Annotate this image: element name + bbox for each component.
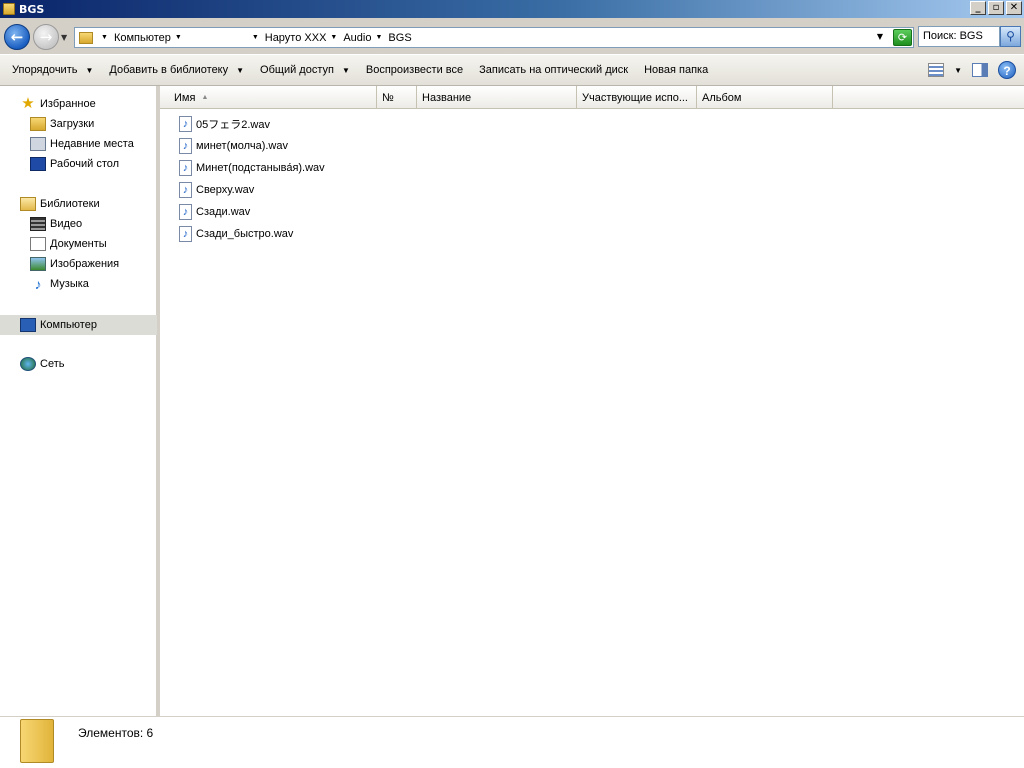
audio-file-icon: ♪ (179, 182, 192, 198)
video-icon (30, 217, 46, 231)
audio-file-icon: ♪ (179, 226, 192, 242)
breadcrumb-audio[interactable]: Audio (343, 32, 371, 44)
sidebar-item-libraries[interactable]: Библиотеки (20, 194, 100, 214)
chevron-down-icon[interactable]: ▼ (175, 34, 182, 41)
file-list: Имя ▲ № Название Участвующие испо... Аль… (160, 86, 1024, 716)
sidebar-item-favorites[interactable]: ★ Избранное (20, 94, 95, 114)
forward-button[interactable]: → (33, 24, 59, 50)
sidebar-item-pictures[interactable]: Изображения (30, 254, 119, 274)
window-title: BGS (19, 2, 45, 16)
sidebar-item-network[interactable]: Сеть (20, 354, 64, 374)
help-icon[interactable]: ? (998, 61, 1016, 79)
new-folder-button[interactable]: Новая папка (636, 64, 716, 76)
preview-pane-icon[interactable] (972, 63, 988, 77)
column-headers: Имя ▲ № Название Участвующие испо... Аль… (160, 86, 1024, 109)
file-name: Сзади_быстро.wav (196, 228, 294, 240)
chevron-down-icon: ▼ (341, 65, 350, 75)
view-options-icon[interactable] (928, 63, 945, 77)
computer-icon (20, 318, 36, 332)
column-header-empty (833, 86, 1024, 109)
audio-file-icon: ♪ (179, 204, 192, 220)
network-icon (20, 357, 36, 371)
file-name: 05フェラ2.wav (196, 119, 270, 131)
file-name: минет(молча).wav (196, 140, 288, 152)
minimize-button[interactable]: _ (970, 1, 986, 15)
audio-file-icon: ♪ (179, 138, 192, 154)
column-header-title[interactable]: Название (417, 86, 577, 109)
breadcrumb-naruto[interactable]: Наруто XXX (265, 32, 327, 44)
file-row[interactable]: ♪ Сзади_быстро.wav (160, 223, 1024, 245)
file-rows: ♪ 05フェラ2.wav ♪ минет(молча).wav ♪ Минет(… (160, 113, 1024, 245)
burn-button[interactable]: Записать на оптический диск (471, 64, 636, 76)
audio-file-icon: ♪ (179, 160, 192, 176)
share-button[interactable]: Общий доступ ▼ (252, 64, 358, 76)
file-row[interactable]: ♪ Минет(подстаныва́я).wav (160, 157, 1024, 179)
chevron-down-icon: ▼ (236, 65, 245, 75)
refresh-button[interactable]: ⟳ (893, 29, 912, 46)
audio-file-icon: ♪ (179, 116, 192, 132)
folder-icon (3, 3, 15, 15)
search-input[interactable]: Поиск: BGS (918, 26, 1000, 47)
address-dropdown-icon[interactable]: ▼ (877, 32, 883, 41)
file-name: Минет(подстаныва́я).wav (196, 162, 325, 174)
column-header-album[interactable]: Альбом (697, 86, 833, 109)
sidebar-item-computer[interactable]: Компьютер (0, 315, 157, 335)
pictures-icon (30, 257, 46, 271)
navigation-pane: ★ Избранное Загрузки Недавние места Рабо… (0, 86, 157, 716)
address-row: ← → ▼ ▼ Компьютер ▼ ▼ Наруто XXX ▼ Audio… (0, 18, 1024, 54)
add-to-library-button[interactable]: Добавить в библиотеку ▼ (101, 64, 252, 76)
sidebar-item-video[interactable]: Видео (30, 214, 82, 234)
column-header-number[interactable]: № (377, 86, 417, 109)
chevron-down-icon[interactable]: ▼ (375, 34, 382, 41)
folder-icon (20, 719, 54, 763)
chevron-down-icon[interactable]: ▼ (330, 34, 337, 41)
column-header-name[interactable]: Имя ▲ (160, 86, 377, 109)
chevron-down-icon[interactable]: ▼ (252, 34, 259, 41)
folder-icon (79, 31, 93, 44)
sidebar-item-documents[interactable]: Документы (30, 234, 107, 254)
sidebar-item-downloads[interactable]: Загрузки (30, 114, 94, 134)
chevron-down-icon[interactable]: ▼ (101, 34, 108, 41)
breadcrumb: ▼ Компьютер ▼ ▼ Наруто XXX ▼ Audio ▼ BGS (97, 32, 412, 44)
chevron-down-icon: ▼ (85, 65, 94, 75)
command-bar: Упорядочить ▼ Добавить в библиотеку ▼ Об… (0, 54, 1024, 86)
close-button[interactable]: ✕ (1006, 1, 1022, 15)
sort-ascending-icon: ▲ (201, 94, 209, 101)
document-icon (30, 237, 46, 251)
recent-pages-dropdown[interactable]: ▼ (61, 33, 67, 42)
star-icon: ★ (21, 95, 35, 112)
title-bar[interactable]: BGS _ ▫ ✕ (0, 0, 1024, 18)
file-name: Сзади.wav (196, 206, 251, 218)
breadcrumb-computer[interactable]: Компьютер (114, 32, 171, 44)
libraries-icon (20, 197, 36, 211)
recent-places-icon (30, 137, 46, 151)
status-bar: Элементов: 6 (0, 716, 1024, 768)
file-row[interactable]: ♪ минет(молча).wav (160, 135, 1024, 157)
sidebar-item-music[interactable]: ♪ Музыка (30, 274, 89, 294)
file-row[interactable]: ♪ Сверху.wav (160, 179, 1024, 201)
maximize-button[interactable]: ▫ (988, 1, 1004, 15)
music-note-icon: ♪ (34, 276, 42, 292)
address-bar[interactable]: ▼ Компьютер ▼ ▼ Наруто XXX ▼ Audio ▼ BGS… (74, 27, 914, 48)
downloads-icon (30, 117, 46, 131)
item-count: Элементов: 6 (78, 726, 154, 740)
file-row[interactable]: ♪ Сзади.wav (160, 201, 1024, 223)
file-name: Сверху.wav (196, 184, 255, 196)
sidebar-item-desktop[interactable]: Рабочий стол (30, 154, 119, 174)
back-button[interactable]: ← (4, 24, 30, 50)
search-icon[interactable]: ⚲ (1000, 26, 1021, 47)
breadcrumb-bgs[interactable]: BGS (388, 32, 411, 44)
desktop-icon (30, 157, 46, 171)
file-row[interactable]: ♪ 05フェラ2.wav (160, 113, 1024, 135)
organize-button[interactable]: Упорядочить ▼ (4, 64, 101, 76)
sidebar-item-recent[interactable]: Недавние места (30, 134, 134, 154)
play-all-button[interactable]: Воспроизвести все (358, 64, 471, 76)
chevron-down-icon[interactable]: ▼ (954, 66, 962, 75)
column-header-artists[interactable]: Участвующие испо... (577, 86, 697, 109)
